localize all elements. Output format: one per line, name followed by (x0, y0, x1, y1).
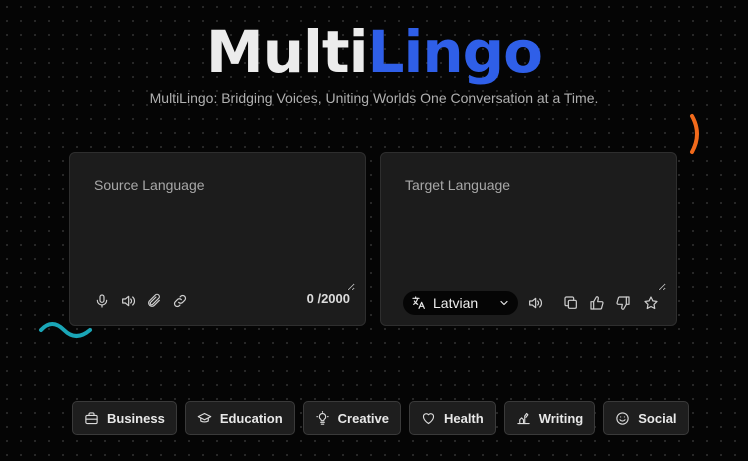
speaker-icon[interactable] (118, 291, 138, 311)
orange-arc-decoration (690, 114, 699, 154)
star-icon[interactable] (641, 293, 661, 313)
heart-icon (422, 412, 435, 424)
chip-label: Writing (538, 410, 584, 426)
chip-health[interactable]: Health (408, 401, 496, 435)
smile-icon (616, 411, 629, 425)
thumbs-down-icon[interactable] (613, 293, 633, 313)
chip-social[interactable]: Social (603, 401, 689, 435)
target-language-select[interactable]: Latvian (403, 291, 518, 315)
translate-icon (412, 296, 425, 309)
title-part-lingo: Lingo (367, 18, 543, 86)
target-panel: Latvian (380, 152, 677, 326)
chip-business[interactable]: Business (72, 401, 177, 435)
lightbulb-icon (315, 410, 329, 425)
title-part-multi: Multi (206, 18, 368, 86)
briefcase-icon (85, 411, 98, 424)
target-text-output[interactable] (393, 165, 666, 291)
speaker-icon[interactable] (525, 293, 545, 313)
link-icon[interactable] (170, 291, 190, 311)
selected-language: Latvian (433, 295, 479, 311)
microphone-icon[interactable] (92, 291, 112, 311)
chip-creative[interactable]: Creative (302, 401, 401, 435)
tagline: MultiLingo: Bridging Voices, Uniting Wor… (149, 90, 599, 106)
chip-label: Education (219, 410, 283, 426)
chip-writing[interactable]: Writing (503, 401, 596, 435)
source-panel: 0 /2000 (69, 152, 366, 326)
chip-label: Creative (337, 410, 389, 426)
thumbs-up-icon[interactable] (587, 293, 607, 313)
chip-education[interactable]: Education (184, 401, 295, 435)
paperclip-icon[interactable] (144, 291, 164, 311)
chip-label: Health (443, 410, 484, 426)
chip-label: Business (107, 410, 165, 426)
category-chips: Business Education Creative Health Writi… (72, 401, 689, 435)
copy-icon[interactable] (561, 293, 581, 313)
source-text-input[interactable] (82, 165, 355, 291)
chip-label: Social (638, 410, 677, 426)
character-counter: 0 /2000 (306, 291, 350, 306)
chevron-down-icon (500, 300, 508, 306)
graduation-cap-icon (197, 412, 212, 422)
app-title: MultiLingo (0, 18, 748, 86)
writing-icon (517, 412, 530, 424)
